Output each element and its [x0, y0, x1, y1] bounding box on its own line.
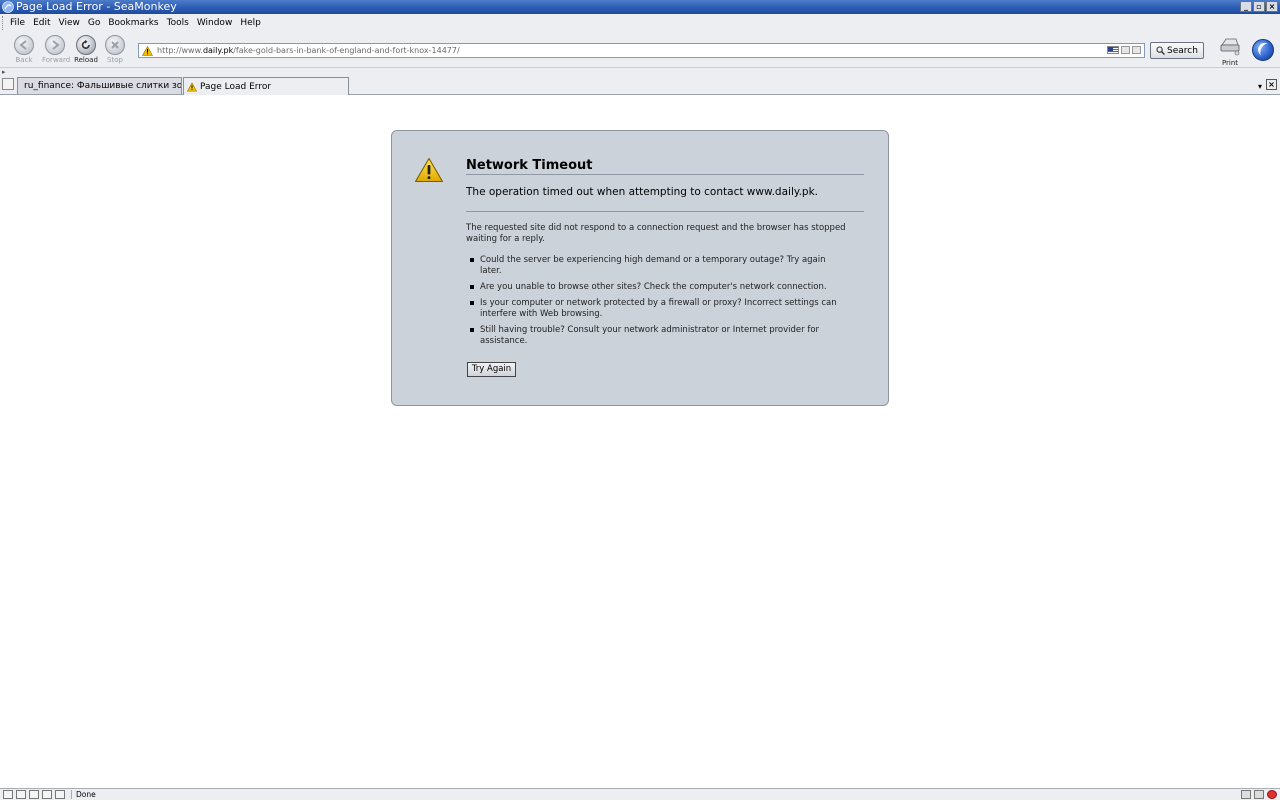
tab-strip: ▸ ru_finance: Фальшивые слитки зол... Pa… — [0, 68, 1280, 95]
window-title: Page Load Error - SeaMonkey — [16, 0, 177, 13]
menu-edit[interactable]: Edit — [33, 18, 50, 28]
minimize-button[interactable]: _ — [1240, 1, 1252, 12]
tab-grip-icon[interactable]: ▸ — [2, 68, 6, 76]
reload-button[interactable]: Reload — [73, 35, 99, 64]
reload-icon — [81, 39, 90, 49]
maximize-button[interactable]: ▫ — [1253, 1, 1265, 12]
security-lock-icon — [1254, 790, 1264, 799]
tab-label: Page Load Error — [200, 81, 272, 92]
back-arrow-icon — [19, 40, 27, 50]
menu-help[interactable]: Help — [240, 18, 261, 28]
back-label: Back — [15, 56, 33, 64]
divider — [466, 211, 864, 212]
seamonkey-icon — [2, 1, 14, 13]
tab-list-dropdown-icon[interactable]: ▾ — [1258, 82, 1262, 91]
reload-label: Reload — [74, 56, 98, 64]
stop-label: Stop — [107, 56, 123, 64]
status-indicators — [1241, 790, 1277, 799]
title-bar: Page Load Error - SeaMonkey _ ▫ × — [0, 0, 1280, 14]
printer-icon — [1220, 38, 1240, 56]
error-title: Network Timeout — [466, 158, 864, 175]
window-controls: _ ▫ × — [1240, 1, 1278, 12]
large-warning-icon — [414, 157, 444, 183]
close-tab-button[interactable]: × — [1266, 79, 1277, 90]
list-item: Are you unable to browse other sites? Ch… — [470, 282, 840, 293]
tab-ru-finance[interactable]: ru_finance: Фальшивые слитки зол... — [17, 77, 182, 94]
forward-button[interactable]: Forward — [42, 35, 71, 64]
forward-arrow-icon — [52, 40, 60, 50]
url-bar[interactable]: http://www.daily.pk/fake-gold-bars-in-ba… — [138, 43, 1145, 58]
menu-window[interactable]: Window — [197, 18, 233, 28]
print-button[interactable]: Print — [1218, 36, 1242, 67]
menu-file[interactable]: File — [10, 18, 25, 28]
online-status-icon[interactable] — [1241, 790, 1251, 799]
seamonkey-throbber-icon[interactable] — [1252, 39, 1274, 61]
navigation-toolbar: Back Forward Reload Stop http://www.dail… — [0, 32, 1280, 68]
composer-icon[interactable] — [42, 790, 52, 799]
menu-tools[interactable]: Tools — [167, 18, 189, 28]
flag-icon[interactable] — [1107, 46, 1119, 54]
tab-page-load-error[interactable]: Page Load Error — [183, 77, 349, 95]
back-button[interactable]: Back — [11, 35, 37, 64]
list-item: Could the server be experiencing high de… — [470, 255, 840, 277]
error-short-description: The operation timed out when attempting … — [466, 186, 819, 198]
status-bar: Done — [0, 788, 1280, 800]
forward-label: Forward — [42, 56, 71, 64]
url-bar-icons — [1107, 46, 1141, 54]
error-long-description: The requested site did not respond to a … — [466, 223, 846, 244]
stop-button[interactable]: Stop — [102, 35, 128, 64]
print-label: Print — [1221, 59, 1239, 67]
list-item: Is your computer or network protected by… — [470, 298, 840, 320]
magnifier-icon — [1156, 46, 1166, 55]
try-again-button[interactable]: Try Again — [467, 362, 516, 377]
close-button[interactable]: × — [1266, 1, 1278, 12]
status-text: Done — [71, 790, 96, 799]
stop-x-icon — [111, 41, 119, 49]
chat-icon[interactable] — [29, 790, 39, 799]
warning-icon — [142, 45, 153, 56]
tab-label: ru_finance: Фальшивые слитки зол... — [24, 81, 182, 91]
page-content: Network Timeout The operation timed out … — [0, 96, 1280, 788]
pencil-icon[interactable] — [1121, 46, 1130, 54]
menu-bar: File Edit View Go Bookmarks Tools Window… — [0, 14, 1280, 32]
search-button[interactable]: Search — [1150, 42, 1204, 59]
error-suggestions-list: Could the server be experiencing high de… — [470, 255, 840, 352]
search-label: Search — [1167, 45, 1198, 56]
error-box: Network Timeout The operation timed out … — [391, 130, 889, 406]
popup-blocked-icon[interactable] — [1267, 790, 1277, 799]
warning-icon — [187, 81, 197, 91]
toolbar-grip[interactable] — [2, 16, 6, 30]
url-text: http://www.daily.pk/fake-gold-bars-in-ba… — [157, 46, 460, 55]
menu-bookmarks[interactable]: Bookmarks — [108, 18, 158, 28]
list-item: Still having trouble? Consult your netwo… — [470, 325, 840, 347]
mail-icon[interactable] — [16, 790, 26, 799]
menu-view[interactable]: View — [59, 18, 80, 28]
address-book-icon[interactable] — [55, 790, 65, 799]
menu-go[interactable]: Go — [88, 18, 100, 28]
navigator-icon[interactable] — [3, 790, 13, 799]
new-tab-icon[interactable] — [2, 78, 14, 90]
dropdown-icon[interactable] — [1132, 46, 1141, 54]
